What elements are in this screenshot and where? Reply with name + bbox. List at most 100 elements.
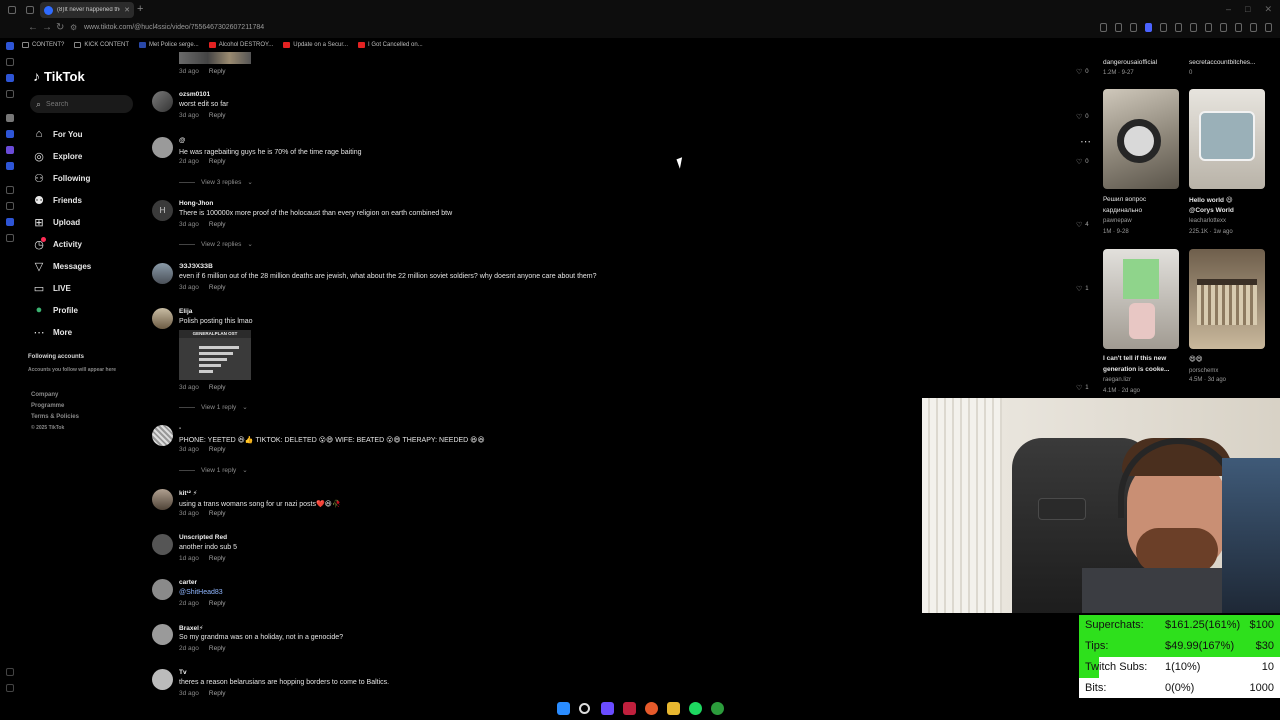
- bookmark-folder[interactable]: KICK CONTENT: [74, 42, 129, 48]
- panel-app-icon[interactable]: [6, 162, 14, 170]
- active-tab[interactable]: (8)It never happened tho... ✕: [40, 2, 134, 18]
- download-icon[interactable]: [1235, 23, 1242, 32]
- screenshot-icon[interactable]: [1115, 23, 1122, 32]
- avatar[interactable]: [152, 263, 173, 284]
- panel-app-icon[interactable]: [6, 202, 14, 210]
- reply-button[interactable]: Reply: [209, 555, 226, 562]
- site-info-icon[interactable]: ⚙: [70, 23, 77, 32]
- panel-settings-icon[interactable]: [6, 668, 14, 676]
- view-replies-button[interactable]: View 1 reply ⌄: [179, 466, 248, 474]
- nav-messages[interactable]: ▽ Messages: [33, 255, 91, 277]
- nav-following[interactable]: ⚇ Following: [33, 167, 91, 189]
- minimize-icon[interactable]: –: [1226, 4, 1231, 15]
- spotify-icon[interactable]: [689, 702, 702, 715]
- reload-icon[interactable]: ↻: [56, 22, 64, 33]
- panel-app-icon[interactable]: [6, 218, 14, 226]
- like-button[interactable]: ♡ 0: [1076, 68, 1089, 76]
- nav-profile[interactable]: ● Profile: [33, 299, 91, 321]
- comment-author[interactable]: ozsm0101: [179, 91, 210, 98]
- close-window-icon[interactable]: ✕: [1264, 4, 1272, 15]
- bookmark-icon[interactable]: [1100, 23, 1107, 32]
- comment-author[interactable]: Elija: [179, 308, 192, 315]
- video-account[interactable]: pawnepaw: [1103, 218, 1132, 224]
- search-box[interactable]: ⌕: [30, 95, 133, 113]
- panel-app-icon[interactable]: [6, 130, 14, 138]
- video-account[interactable]: dangerousaiofficial: [1103, 59, 1157, 66]
- like-button[interactable]: ♡ 0: [1076, 113, 1089, 121]
- like-button[interactable]: ♡ 0: [1076, 158, 1089, 166]
- avatar[interactable]: [152, 425, 173, 446]
- speaker-icon[interactable]: [1190, 23, 1197, 32]
- video-account[interactable]: porschemx: [1189, 368, 1218, 374]
- reply-button[interactable]: Reply: [209, 510, 226, 517]
- panel-app-icon[interactable]: [6, 146, 14, 154]
- video-title[interactable]: 😄😄: [1189, 355, 1203, 363]
- url-field[interactable]: www.tiktok.com/@hucl4ssic/video/75564673…: [84, 24, 264, 31]
- like-button[interactable]: ♡ 1: [1076, 285, 1089, 293]
- panel-app-icon[interactable]: [6, 42, 14, 50]
- view-replies-button[interactable]: View 3 replies ⌄: [179, 178, 253, 186]
- maximize-icon[interactable]: □: [1245, 4, 1250, 15]
- back-icon[interactable]: ←: [28, 22, 38, 33]
- video-thumbnail[interactable]: [1189, 249, 1265, 349]
- file-explorer-icon[interactable]: [667, 702, 680, 715]
- video-thumbnail[interactable]: [1189, 89, 1265, 189]
- panel-app-icon[interactable]: [6, 114, 14, 122]
- bookmark-item[interactable]: Update on a Secur...: [283, 42, 348, 48]
- video-thumbnail[interactable]: [1103, 249, 1179, 349]
- comment-author[interactable]: Unscripted Red: [179, 534, 227, 541]
- panel-app-icon[interactable]: [6, 186, 14, 194]
- video-title[interactable]: Hello world 😃: [1189, 196, 1233, 204]
- comment-author[interactable]: kit¹² ⚡: [179, 489, 197, 497]
- reply-button[interactable]: Reply: [209, 384, 226, 391]
- like-button[interactable]: ♡ 1: [1076, 384, 1089, 392]
- tiktok-logo[interactable]: ♪ TikTok: [33, 68, 85, 84]
- comment-image[interactable]: [179, 52, 251, 64]
- view-replies-button[interactable]: View 2 replies ⌄: [179, 240, 253, 248]
- comment-author[interactable]: @: [179, 137, 185, 144]
- comment-author[interactable]: carter: [179, 579, 197, 586]
- tab-groups-icon[interactable]: [26, 6, 34, 14]
- lock-icon[interactable]: [1250, 23, 1257, 32]
- nav-explore[interactable]: ◎ Explore: [33, 145, 91, 167]
- xbox-icon[interactable]: [711, 702, 724, 715]
- nav-friends[interactable]: ⚉ Friends: [33, 189, 91, 211]
- video-account[interactable]: leacharlottexx: [1189, 218, 1226, 224]
- comment-mention[interactable]: @ShitHead83: [179, 589, 223, 596]
- discord-icon[interactable]: [601, 702, 614, 715]
- play-icon[interactable]: [1160, 23, 1167, 32]
- camera-icon[interactable]: [1205, 23, 1212, 32]
- wallet-icon[interactable]: [1130, 23, 1137, 32]
- comment-author[interactable]: ЭЗJЭХЗЗВ: [179, 263, 213, 270]
- bookmark-item[interactable]: Alcohol DESTROY...: [208, 42, 273, 48]
- avatar[interactable]: [152, 534, 173, 555]
- avatar[interactable]: [152, 669, 173, 690]
- chrome-icon[interactable]: [645, 702, 658, 715]
- avatar[interactable]: H: [152, 200, 173, 221]
- avatar[interactable]: [152, 489, 173, 510]
- vpn-extension-icon[interactable]: [1145, 23, 1152, 32]
- comment-author[interactable]: Tv: [179, 669, 187, 676]
- search-input[interactable]: [46, 100, 127, 108]
- reply-button[interactable]: Reply: [209, 158, 226, 165]
- avatar[interactable]: [152, 579, 173, 600]
- search-icon[interactable]: [579, 703, 590, 714]
- bookmark-folder[interactable]: CONTENT?: [22, 42, 64, 48]
- bookmark-item[interactable]: Met Police serge...: [139, 42, 199, 48]
- comment-image[interactable]: GENERALPLAN OST: [179, 330, 251, 380]
- view-replies-button[interactable]: View 1 reply ⌄: [179, 403, 248, 411]
- start-icon[interactable]: [557, 702, 570, 715]
- reply-button[interactable]: Reply: [209, 446, 226, 453]
- avatar[interactable]: [152, 137, 173, 158]
- video-title[interactable]: кардинально: [1103, 207, 1142, 214]
- comment-author[interactable]: -: [179, 425, 181, 432]
- reply-button[interactable]: Reply: [209, 690, 226, 697]
- reply-button[interactable]: Reply: [209, 284, 226, 291]
- reply-button[interactable]: Reply: [209, 645, 226, 652]
- reply-button[interactable]: Reply: [209, 68, 226, 75]
- menu-icon[interactable]: [1265, 23, 1272, 32]
- nav-more[interactable]: ⋯ More: [33, 321, 91, 343]
- video-account[interactable]: raegan.lizr: [1103, 377, 1131, 383]
- nav-activity[interactable]: ◷ Activity: [33, 233, 91, 255]
- nav-for-you[interactable]: ⌂ For You: [33, 123, 91, 145]
